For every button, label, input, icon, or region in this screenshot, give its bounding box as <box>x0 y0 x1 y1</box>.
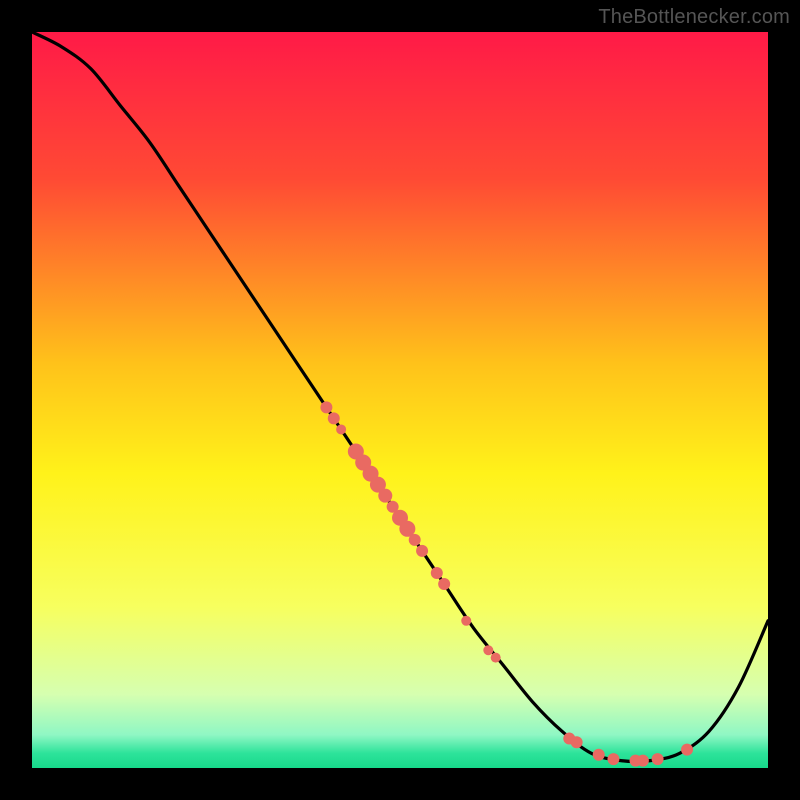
data-point <box>491 653 501 663</box>
data-point <box>593 749 605 761</box>
gradient-background <box>32 32 768 768</box>
data-point <box>652 753 664 765</box>
attribution-text: TheBottlenecker.com <box>598 6 790 29</box>
data-point <box>461 616 471 626</box>
data-point <box>336 424 346 434</box>
data-point <box>328 412 340 424</box>
data-point <box>416 545 428 557</box>
data-point <box>320 401 332 413</box>
data-point <box>431 567 443 579</box>
data-point <box>637 755 649 767</box>
data-point <box>378 489 392 503</box>
data-point <box>571 736 583 748</box>
chart-frame <box>32 32 768 768</box>
data-point <box>681 744 693 756</box>
bottleneck-chart <box>32 32 768 768</box>
data-point <box>438 578 450 590</box>
data-point <box>483 645 493 655</box>
data-point <box>409 534 421 546</box>
data-point <box>607 753 619 765</box>
